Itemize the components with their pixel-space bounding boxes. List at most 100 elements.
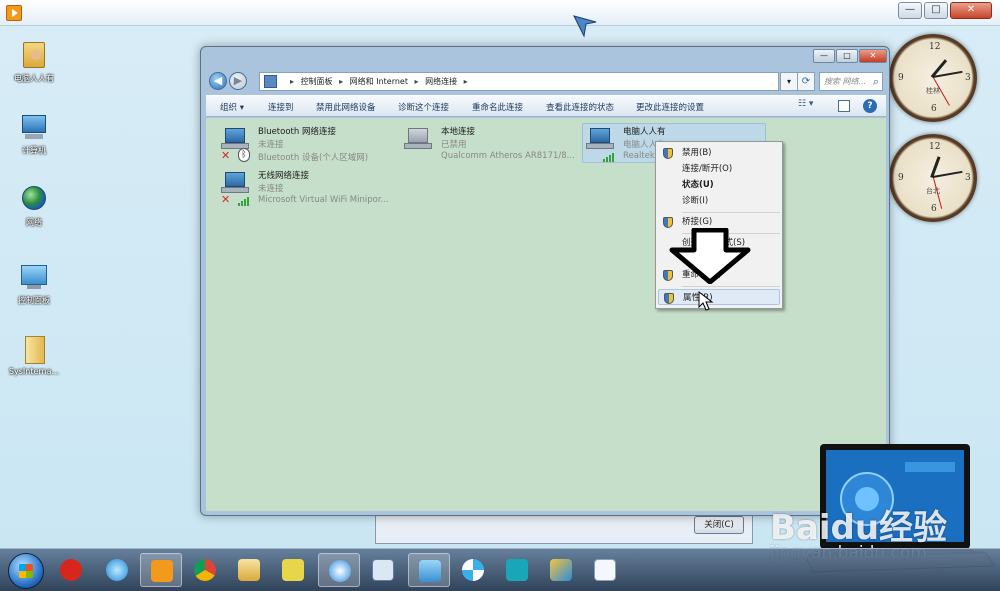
help-icon[interactable]: ? (863, 99, 877, 113)
outer-maximize-button[interactable]: □ (924, 2, 948, 19)
connection-item-local[interactable]: 本地连接 已禁用 Qualcomm Atheros AR8171/8... (401, 124, 585, 164)
network-adapter-icon (586, 128, 614, 150)
menu-separator (682, 286, 780, 287)
uac-shield-icon (663, 217, 673, 228)
clock-minute-hand (932, 170, 963, 178)
browser-icon (329, 560, 351, 582)
clock-gadget[interactable]: 12 3 6 9 桂林 (889, 34, 977, 122)
pointer-cursor-icon (573, 15, 597, 38)
window-minimize-button[interactable]: — (813, 49, 835, 63)
clock-number: 9 (898, 173, 904, 183)
preview-pane-icon[interactable] (838, 100, 850, 112)
breadcrumb-network-connections[interactable]: 网络连接 (425, 77, 457, 86)
uac-shield-icon (663, 148, 673, 159)
desktop-icon-sysinternals[interactable]: SysInterna... (6, 334, 62, 376)
clock-number: 6 (931, 204, 937, 214)
signal-bars-icon (603, 152, 617, 162)
desktop-icon-label: 计算机 (22, 146, 46, 155)
change-settings-button[interactable]: 更改此连接的设置 (636, 101, 704, 113)
clock-number: 6 (931, 104, 937, 114)
pinwheel-icon (462, 559, 484, 581)
network-adapter-icon (221, 128, 249, 150)
menu-item-properties[interactable]: 属性(R) (658, 289, 780, 305)
address-dropdown-button[interactable]: ▾ (780, 72, 798, 91)
control-panel-icon (264, 75, 277, 88)
forward-button[interactable]: ▶ (229, 72, 247, 90)
connection-item-bluetooth[interactable]: ✕ ᛒ Bluetooth 网络连接 未连接 Bluetooth 设备(个人区域… (218, 124, 402, 164)
control-panel-icon (19, 262, 49, 292)
taskbar-app-paint[interactable] (540, 553, 582, 587)
menu-item-diagnose[interactable]: 诊断(I) (658, 193, 780, 209)
window-close-button[interactable]: ✕ (859, 49, 887, 63)
taskbar-network-window[interactable] (408, 553, 450, 587)
breadcrumb-separator: ▸ (290, 77, 295, 86)
media-player-icon (151, 560, 173, 582)
refresh-icon[interactable]: ⟳ (797, 72, 815, 91)
bluetooth-icon: ᛒ (238, 148, 250, 162)
connect-to-button[interactable]: 连接到 (268, 101, 294, 113)
player-app-icon[interactable] (6, 5, 22, 21)
taskbar-app-notes[interactable] (272, 553, 314, 587)
network-connections-window: — □ ✕ ◀ ▶ ▸ 控制面板 ▸ 网络和 Internet ▸ 网络连接 ▸… (200, 46, 890, 516)
menu-item-connect-disconnect[interactable]: 连接/断开(O) (658, 161, 780, 177)
taskbar-app-pinwheel[interactable] (452, 553, 494, 587)
desktop-icon-control-panel[interactable]: 控制面板 (6, 262, 62, 306)
computer-icon (19, 112, 49, 142)
window-maximize-button[interactable]: □ (836, 49, 858, 63)
taskbar-chrome[interactable] (184, 553, 226, 587)
taskbar-app-1[interactable] (50, 553, 92, 587)
taskbar-explorer[interactable] (228, 553, 270, 587)
connection-device: Bluetooth 设备(个人区域网) (258, 153, 369, 163)
organize-button[interactable]: 组织 ▾ (220, 101, 244, 113)
tool-icon (372, 559, 394, 581)
connection-name: 本地连接 (441, 127, 476, 137)
taskbar-app-tool[interactable] (362, 553, 404, 587)
folder-icon (19, 334, 49, 364)
start-button[interactable] (8, 553, 44, 589)
diagnose-button[interactable]: 诊断这个连接 (398, 101, 449, 113)
desktop-icon-user-folder[interactable]: 电脑人人有 (6, 40, 62, 84)
paint-icon (550, 559, 572, 581)
taskbar-media-player[interactable] (140, 553, 182, 587)
clock-number: 12 (929, 142, 941, 152)
connection-device: Microsoft Virtual WiFi Minipor... (258, 195, 389, 205)
view-status-button[interactable]: 查看此连接的状态 (546, 101, 614, 113)
menu-separator (682, 212, 780, 213)
clock-number: 3 (965, 173, 971, 183)
taskbar-app-document[interactable] (584, 553, 626, 587)
dialog-close-button[interactable]: 关闭(C) (694, 516, 744, 534)
clock-number: 12 (929, 42, 941, 52)
connection-status: 未连接 (258, 140, 284, 150)
taskbar-app-headset[interactable] (496, 553, 538, 587)
baidu-watermark-logo: Baidu经验 (770, 508, 948, 548)
app-red-round-icon (60, 559, 82, 581)
network-adapter-icon (221, 172, 249, 194)
properties-dialog-behind: 关闭(C) (375, 512, 753, 544)
connection-item-wireless[interactable]: ✕ 无线网络连接 未连接 Microsoft Virtual WiFi Mini… (218, 168, 402, 208)
outer-minimize-button[interactable]: — (898, 2, 922, 19)
search-input[interactable]: 搜索 网络... (819, 72, 883, 91)
breadcrumb-network-internet[interactable]: 网络和 Internet (350, 77, 408, 86)
clock-gadget[interactable]: 12 3 6 9 台北 (889, 134, 977, 222)
outer-close-button[interactable]: ✕ (950, 2, 992, 19)
desktop-icon-label: 控制面板 (18, 296, 50, 305)
clock-city-label: 台北 (926, 187, 940, 195)
address-bar[interactable]: ▸ 控制面板 ▸ 网络和 Internet ▸ 网络连接 ▸ (259, 72, 779, 91)
disconnected-x-icon: ✕ (221, 149, 231, 162)
connection-name: 电脑人人有 (623, 127, 666, 137)
disable-device-button[interactable]: 禁用此网络设备 (316, 101, 376, 113)
taskbar-ie[interactable] (96, 553, 138, 587)
taskbar-app-browser[interactable] (318, 553, 360, 587)
menu-item-status[interactable]: 状态(U) (658, 177, 780, 193)
rename-button[interactable]: 重命名此连接 (472, 101, 523, 113)
connection-status: 已禁用 (441, 140, 467, 150)
menu-item-disable[interactable]: 禁用(B) (658, 145, 780, 161)
view-options-icon[interactable]: ☷ ▾ (798, 99, 824, 114)
back-button[interactable]: ◀ (209, 72, 227, 90)
breadcrumb-separator: ▸ (339, 77, 344, 86)
breadcrumb-control-panel[interactable]: 控制面板 (301, 77, 333, 86)
desktop-icon-network[interactable]: 网络 (6, 184, 62, 228)
signal-bars-icon (238, 196, 252, 206)
desktop-icon-computer[interactable]: 计算机 (6, 112, 62, 156)
clock-number: 3 (965, 73, 971, 83)
